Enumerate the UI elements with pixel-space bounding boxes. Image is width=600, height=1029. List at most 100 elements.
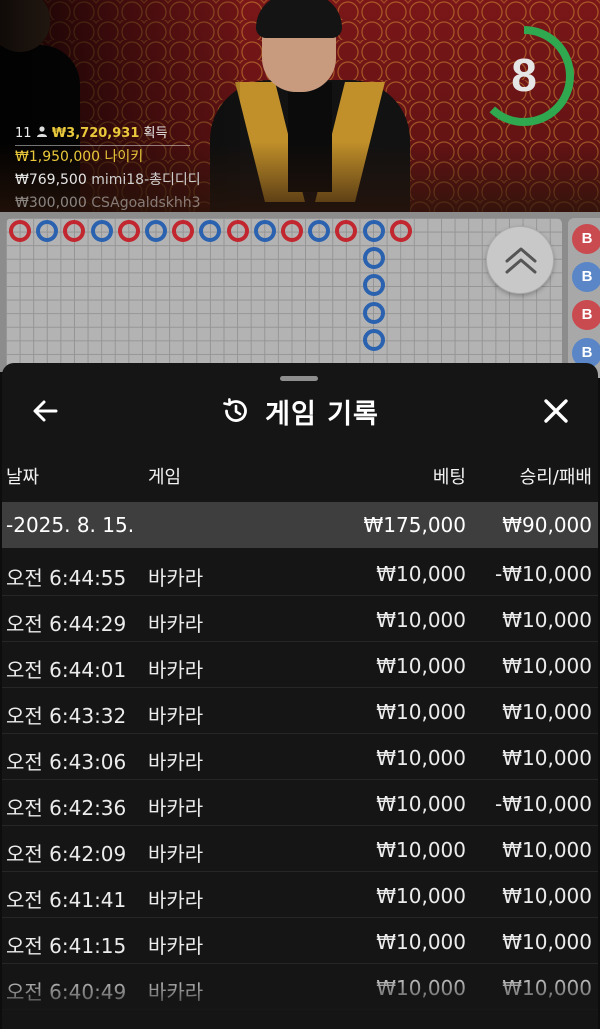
row-win-loss: ₩10,000 bbox=[502, 700, 592, 724]
row-game: 바카라 bbox=[148, 612, 204, 636]
row-win-loss: ₩10,000 bbox=[502, 746, 592, 770]
row-bet: ₩10,000 bbox=[376, 930, 466, 954]
banker-bead bbox=[9, 220, 31, 242]
header-game: 게임 bbox=[148, 467, 182, 488]
player-bead bbox=[362, 247, 385, 270]
winners-summary: 11 ₩3,720,931 획득 bbox=[15, 122, 201, 145]
game-history-sheet: 게임 기록 날짜 게임 베팅 승리/패배 -2025. 8. 15. ₩175,… bbox=[2, 363, 598, 1029]
banker-bead bbox=[226, 220, 249, 242]
row-time: 오전 6:44:55 bbox=[6, 566, 127, 590]
row-game: 바카라 bbox=[148, 704, 204, 728]
side-road[interactable]: B B B B bbox=[568, 218, 600, 378]
row-game: 바카라 bbox=[148, 980, 204, 1004]
table-row[interactable]: 오전 6:42:09 바카라 ₩10,000 ₩10,000 bbox=[2, 826, 598, 872]
row-bet: ₩10,000 bbox=[376, 884, 466, 908]
player-bead bbox=[90, 220, 113, 242]
row-bet: ₩10,000 bbox=[376, 562, 466, 586]
banker-bead bbox=[172, 220, 195, 242]
bead-road[interactable] bbox=[6, 218, 562, 378]
player-bead bbox=[36, 220, 59, 242]
row-game: 바카라 bbox=[148, 934, 204, 958]
row-bet: ₩10,000 bbox=[376, 608, 466, 632]
banker-bead bbox=[335, 220, 358, 242]
header-date: 날짜 bbox=[6, 467, 40, 488]
expand-up-button[interactable] bbox=[486, 226, 554, 294]
row-time: 오전 6:41:15 bbox=[6, 934, 127, 958]
row-time: 오전 6:41:41 bbox=[6, 888, 127, 912]
table-row[interactable]: 오전 6:44:01 바카라 ₩10,000 ₩10,000 bbox=[2, 642, 598, 688]
side-road-item: B bbox=[572, 262, 600, 292]
drag-handle[interactable] bbox=[280, 376, 318, 381]
summary-win-loss: ₩90,000 bbox=[502, 513, 592, 537]
date-summary-row[interactable]: -2025. 8. 15. ₩175,000 ₩90,000 bbox=[2, 502, 598, 548]
row-bet: ₩10,000 bbox=[376, 838, 466, 862]
row-time: 오전 6:43:06 bbox=[6, 750, 127, 774]
winner-entry: ₩1,950,000 나이키 bbox=[15, 149, 144, 165]
row-bet: ₩10,000 bbox=[376, 792, 466, 816]
banker-bead bbox=[117, 220, 140, 242]
table-row[interactable]: 오전 6:42:36 바카라 ₩10,000 -₩10,000 bbox=[2, 780, 598, 826]
row-game: 바카라 bbox=[148, 658, 204, 682]
row-bet: ₩10,000 bbox=[376, 700, 466, 724]
row-win-loss: -₩10,000 bbox=[495, 792, 592, 816]
row-win-loss: ₩10,000 bbox=[502, 608, 592, 632]
winner-entry: ₩769,500 mimi18-총디디디 bbox=[15, 172, 201, 188]
winner-entry: ₩300,000 CSAgoaldskhh3 bbox=[15, 195, 201, 211]
row-bet: ₩10,000 bbox=[376, 976, 466, 1000]
close-button[interactable] bbox=[538, 393, 574, 429]
close-icon bbox=[544, 399, 568, 423]
live-video-stream: 11 ₩3,720,931 획득 ₩1,950,000 나이키 ₩769,500… bbox=[0, 0, 600, 212]
row-game: 바카라 bbox=[148, 750, 204, 774]
row-game: 바카라 bbox=[148, 796, 204, 820]
banker-bead bbox=[281, 220, 303, 242]
row-time: 오전 6:42:36 bbox=[6, 796, 127, 820]
summary-bet: ₩175,000 bbox=[363, 513, 466, 537]
table-row[interactable]: 오전 6:43:32 바카라 ₩10,000 ₩10,000 bbox=[2, 688, 598, 734]
row-bet: ₩10,000 bbox=[376, 654, 466, 678]
header-bet: 베팅 bbox=[432, 467, 466, 488]
header-win-loss: 승리/패배 bbox=[519, 467, 592, 488]
winners-suffix: 획득 bbox=[143, 126, 168, 141]
person-icon bbox=[36, 126, 52, 141]
table-row[interactable]: 오전 6:40:49 바카라 ₩10,000 ₩10,000 bbox=[2, 964, 598, 1010]
banker-bead bbox=[63, 220, 86, 242]
row-bet: ₩10,000 bbox=[376, 746, 466, 770]
double-chevron-up-icon bbox=[505, 247, 537, 274]
player-bead bbox=[362, 328, 385, 351]
row-win-loss: -₩10,000 bbox=[495, 562, 592, 586]
table-row[interactable]: 오전 6:44:29 바카라 ₩10,000 ₩10,000 bbox=[2, 596, 598, 642]
row-win-loss: ₩10,000 bbox=[502, 930, 592, 954]
table-row[interactable]: 오전 6:41:15 바카라 ₩10,000 ₩10,000 bbox=[2, 918, 598, 964]
summary-date: -2025. 8. 15. bbox=[6, 513, 135, 537]
banker-bead bbox=[389, 220, 412, 242]
player-bead bbox=[145, 220, 167, 242]
table-row[interactable]: 오전 6:43:06 바카라 ₩10,000 ₩10,000 bbox=[2, 734, 598, 780]
row-win-loss: ₩10,000 bbox=[502, 654, 592, 678]
history-icon bbox=[223, 398, 247, 422]
winners-count: 11 bbox=[15, 126, 32, 141]
row-time: 오전 6:40:49 bbox=[6, 980, 127, 1004]
row-win-loss: ₩10,000 bbox=[502, 976, 592, 1000]
player-bead bbox=[362, 220, 385, 242]
player-bead bbox=[362, 274, 385, 297]
winners-total: ₩3,720,931 bbox=[51, 126, 140, 141]
row-game: 바카라 bbox=[148, 842, 204, 866]
player-bead bbox=[199, 220, 222, 242]
side-road-item: B bbox=[572, 300, 600, 330]
player-bead bbox=[253, 220, 276, 242]
table-row[interactable]: 오전 6:41:41 바카라 ₩10,000 ₩10,000 bbox=[2, 872, 598, 918]
table-row[interactable]: 오전 6:44:55 바카라 ₩10,000 -₩10,000 bbox=[2, 550, 598, 596]
winners-list: 11 ₩3,720,931 획득 ₩1,950,000 나이키 ₩769,500… bbox=[15, 122, 201, 212]
player-bead bbox=[362, 301, 385, 324]
row-time: 오전 6:44:29 bbox=[6, 612, 127, 636]
player-bead bbox=[308, 220, 331, 242]
history-list: 오전 6:44:55 바카라 ₩10,000 -₩10,000 오전 6:44:29 바카… bbox=[2, 550, 598, 1010]
row-time: 오전 6:42:09 bbox=[6, 842, 127, 866]
table-header: 날짜 게임 베팅 승리/패배 bbox=[2, 463, 598, 495]
row-win-loss: ₩10,000 bbox=[502, 838, 592, 862]
row-time: 오전 6:44:01 bbox=[6, 658, 127, 682]
countdown-value: 8 bbox=[511, 49, 537, 101]
row-win-loss: ₩10,000 bbox=[502, 884, 592, 908]
row-game: 바카라 bbox=[148, 566, 204, 590]
sheet-title: 게임 기록 bbox=[265, 398, 379, 430]
